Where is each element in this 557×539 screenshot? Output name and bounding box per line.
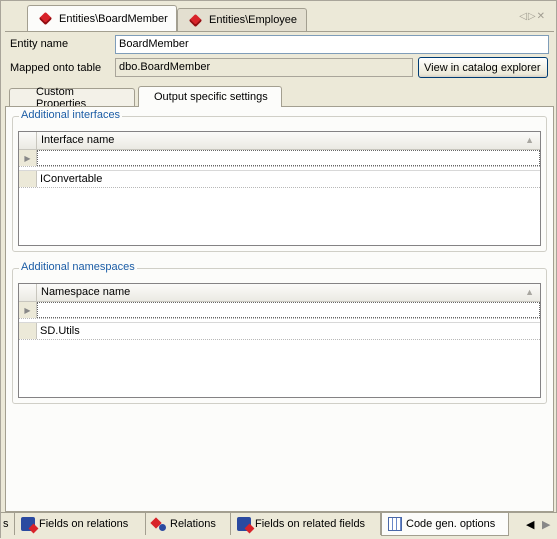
entity-name-label: Entity name: [10, 38, 69, 50]
column-header-namespace-name[interactable]: Namespace name ▲: [37, 284, 540, 301]
document-tab-strip: Entities\BoardMember Entities\Employee ◁…: [5, 5, 552, 31]
entity-icon: [188, 13, 203, 27]
sort-icon: ▲: [525, 135, 534, 145]
grid-corner: [19, 284, 37, 301]
tab-entity-boardmember[interactable]: Entities\BoardMember: [27, 5, 177, 31]
namespace-cell[interactable]: SD.Utils: [37, 323, 540, 339]
entity-name-input[interactable]: BoardMember: [115, 35, 549, 54]
tab-label: Entities\BoardMember: [59, 12, 168, 25]
tab-custom-properties[interactable]: Custom Properties: [9, 86, 135, 110]
scroll-left-icon[interactable]: ◀: [526, 518, 534, 531]
tab-label: Fields on relations: [39, 518, 129, 530]
tab-truncated[interactable]: s: [1, 513, 15, 535]
code-gen-options-icon: [388, 517, 402, 531]
tab-scroll-arrows[interactable]: ◁▷✕: [519, 11, 546, 22]
interface-cell[interactable]: IConvertable: [37, 171, 540, 187]
tab-label: Entities\Employee: [209, 14, 298, 26]
view-in-catalog-explorer-button[interactable]: View in catalog explorer: [418, 57, 548, 78]
fields-on-related-fields-icon: [237, 517, 251, 531]
additional-namespaces-group: Additional namespaces Namespace name ▲ ▶: [12, 261, 547, 404]
settings-tab-strip: Custom Properties Output specific settin…: [5, 86, 554, 110]
tab-label: Relations: [170, 518, 216, 530]
tab-output-specific-settings[interactable]: Output specific settings: [138, 86, 282, 107]
tab-fields-on-relations[interactable]: Fields on relations: [15, 513, 146, 535]
row-selector[interactable]: [19, 171, 37, 187]
grid-header: Interface name ▲: [19, 132, 540, 150]
group-title: Additional interfaces: [19, 109, 123, 121]
column-header-interface-name[interactable]: Interface name ▲: [37, 132, 540, 149]
interfaces-grid[interactable]: Interface name ▲ ▶ IConvertable: [18, 131, 541, 246]
tab-fields-on-related-fields[interactable]: Fields on related fields: [231, 513, 381, 535]
entity-editor-window: Entities\BoardMember Entities\Employee ◁…: [0, 0, 557, 539]
new-row[interactable]: ▶: [19, 302, 540, 319]
tab-label: Output specific settings: [154, 91, 268, 103]
row-selector[interactable]: [19, 323, 37, 339]
entity-properties-panel: Entity name BoardMember Mapped onto tabl…: [5, 31, 554, 512]
sort-icon: ▲: [525, 287, 534, 297]
column-label: Namespace name: [41, 286, 131, 298]
mapped-table-label: Mapped onto table: [10, 62, 102, 74]
row-selector-arrow-icon[interactable]: ▶: [19, 150, 37, 166]
tab-label: Fields on related fields: [255, 518, 366, 530]
bottom-tab-strip: s Fields on relations Relations Fields o…: [1, 512, 557, 539]
relations-icon: [152, 517, 166, 531]
additional-interfaces-group: Additional interfaces Interface name ▲ ▶: [12, 109, 547, 252]
mapped-table-field: dbo.BoardMember: [115, 58, 413, 77]
grid-corner: [19, 132, 37, 149]
column-label: Interface name: [41, 134, 115, 146]
entity-icon: [38, 11, 53, 26]
new-row-cell[interactable]: [37, 302, 540, 318]
scroll-right-icon[interactable]: ▶: [542, 518, 550, 531]
output-settings-panel: Additional interfaces Interface name ▲ ▶: [5, 106, 554, 512]
tab-relations[interactable]: Relations: [146, 513, 231, 535]
namespaces-grid[interactable]: Namespace name ▲ ▶ SD.Utils: [18, 283, 541, 398]
group-title: Additional namespaces: [19, 261, 137, 273]
table-row[interactable]: SD.Utils: [19, 323, 540, 340]
new-row-cell[interactable]: [37, 150, 540, 166]
grid-header: Namespace name ▲: [19, 284, 540, 302]
row-selector-arrow-icon[interactable]: ▶: [19, 302, 37, 318]
tab-entity-employee[interactable]: Entities\Employee: [177, 8, 307, 31]
tab-label: s: [3, 518, 9, 530]
fields-on-relations-icon: [21, 517, 35, 531]
new-row[interactable]: ▶: [19, 150, 540, 167]
tab-code-gen-options[interactable]: Code gen. options: [381, 513, 509, 536]
tab-label: Code gen. options: [406, 518, 496, 530]
table-row[interactable]: IConvertable: [19, 171, 540, 188]
